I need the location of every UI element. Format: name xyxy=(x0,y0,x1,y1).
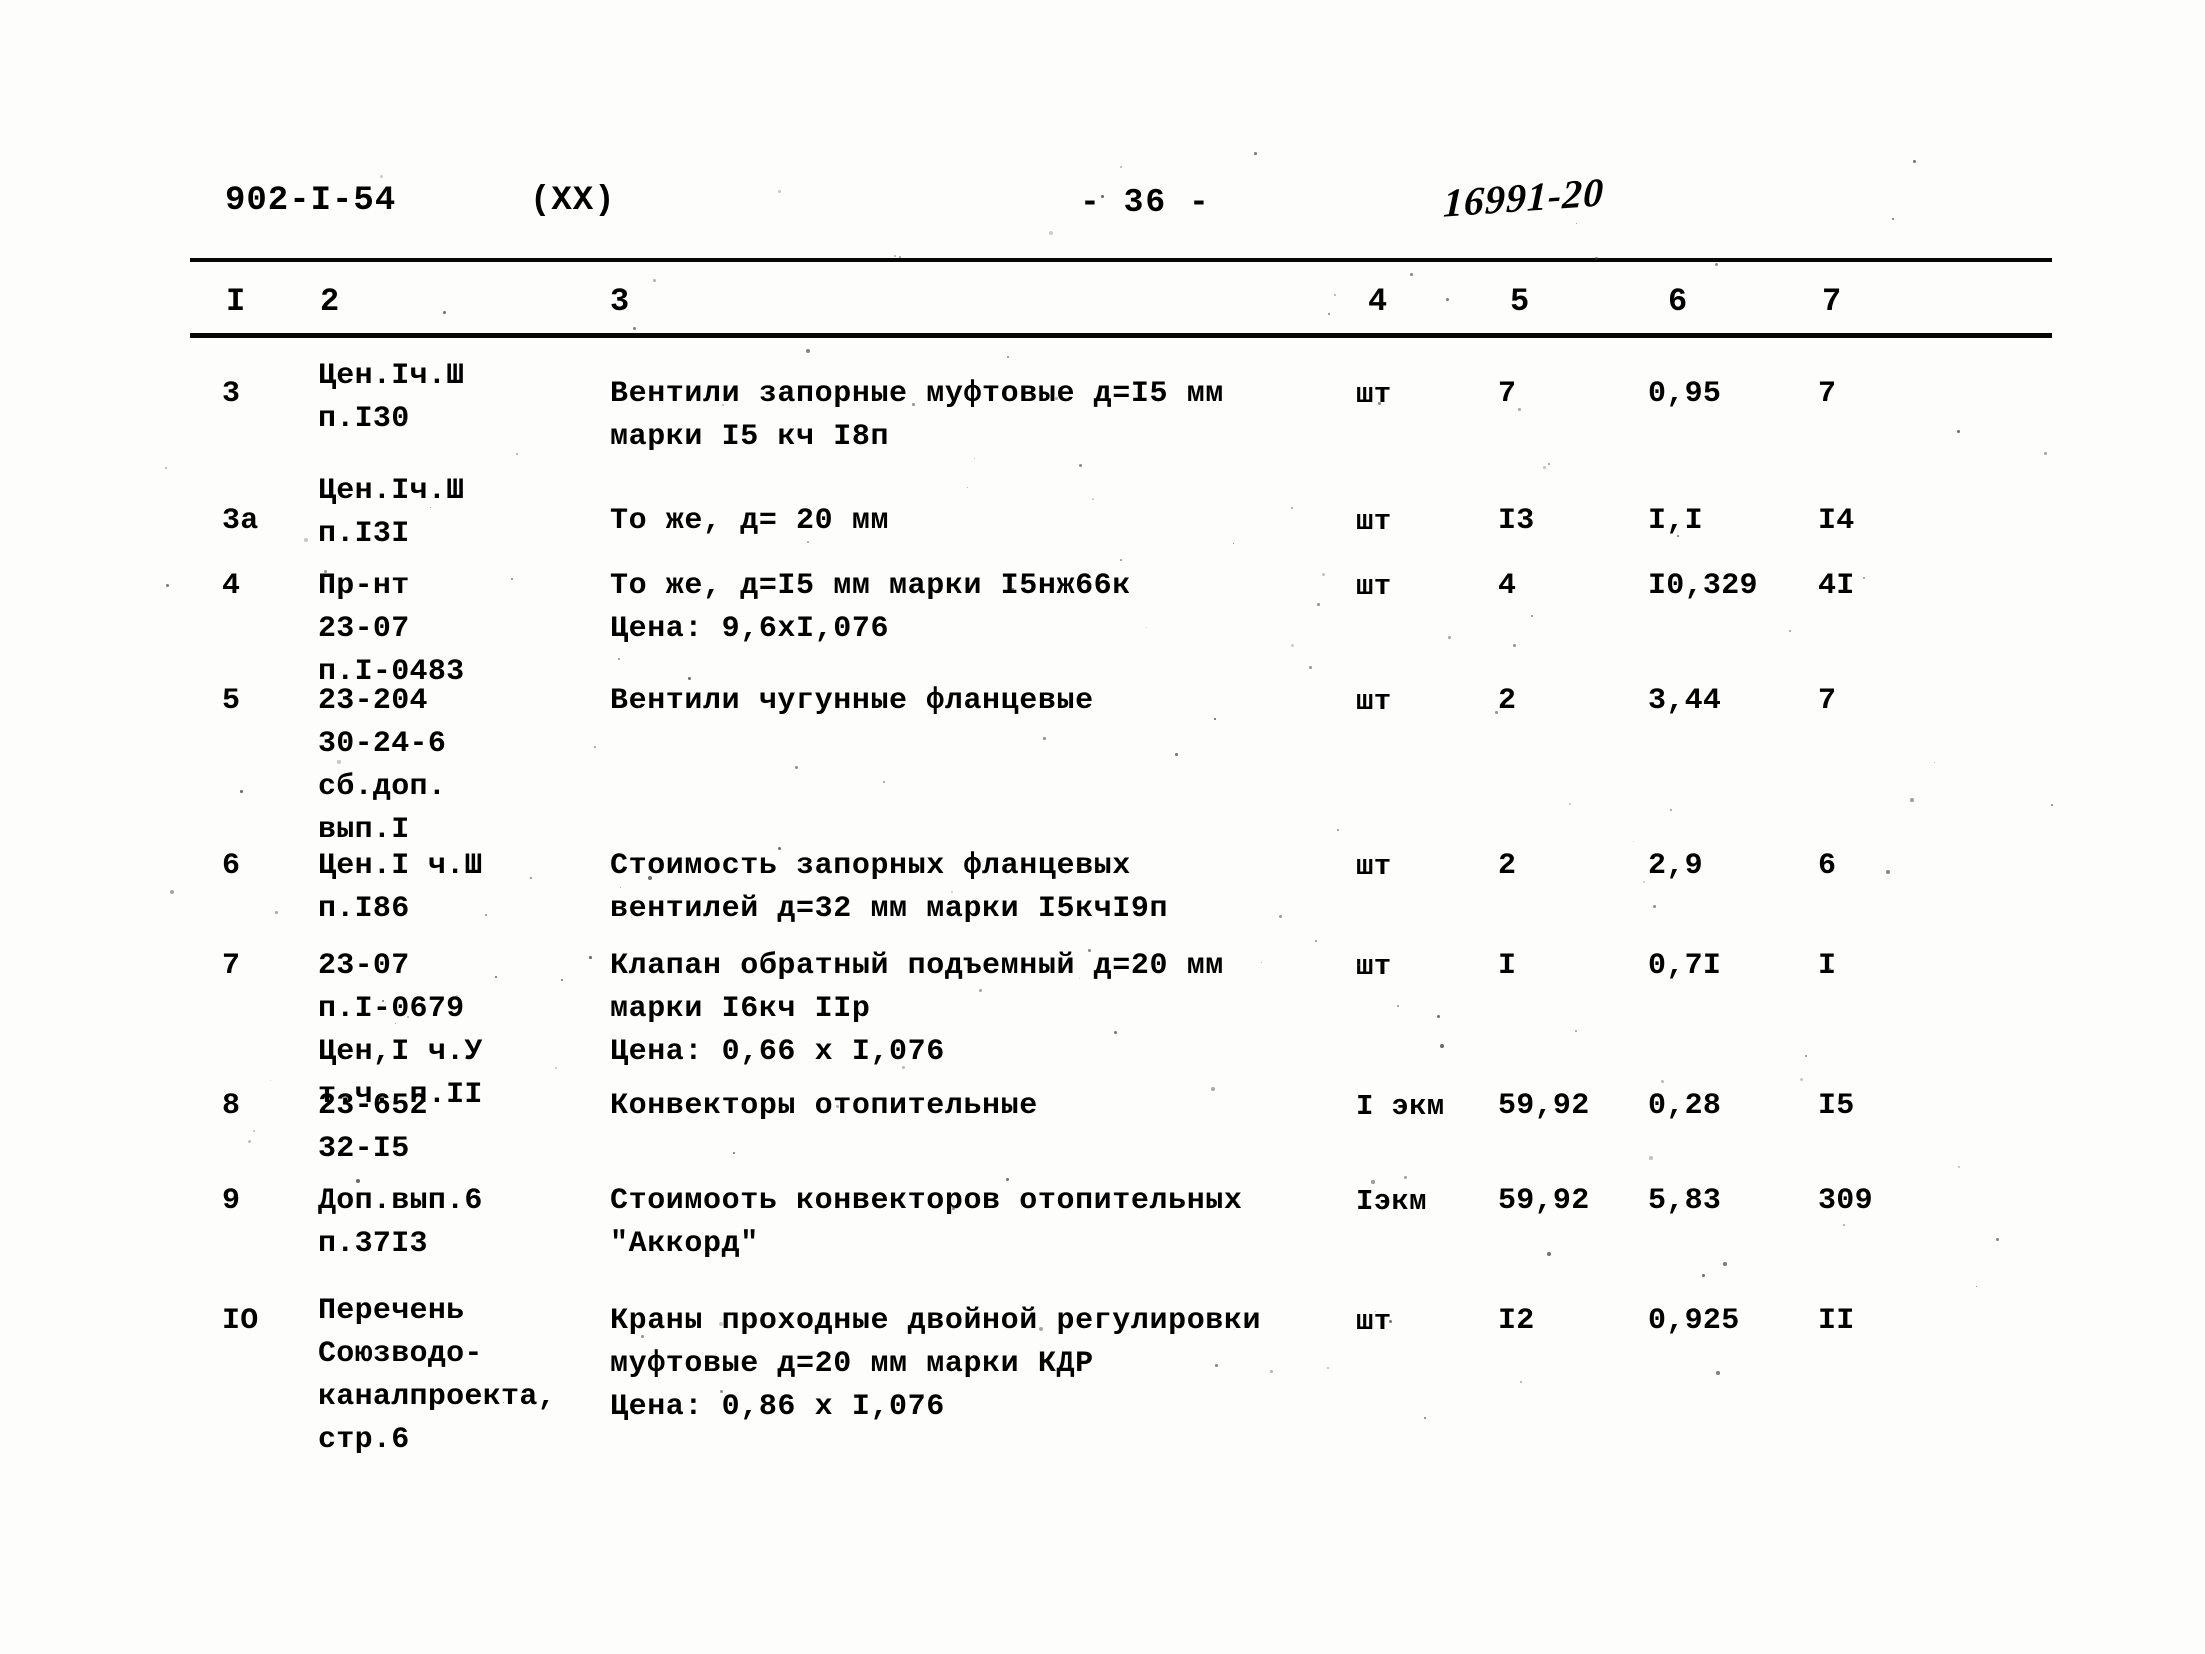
row-unit: шт xyxy=(1356,570,1392,603)
row-total: I5 xyxy=(1818,1089,1855,1123)
row-source-code: Пр-нт 23-07 п.I-0483 xyxy=(318,569,465,689)
page-number: - 36 - xyxy=(1080,184,1211,221)
row-number: 6 xyxy=(222,849,241,883)
row-quantity: I xyxy=(1498,949,1517,983)
row-unit: I экм xyxy=(1356,1090,1445,1123)
row-unit: шт xyxy=(1356,505,1392,538)
row-description: Клапан обратный подъемный д=20 мм марки … xyxy=(610,949,1224,1069)
row-number: 5 xyxy=(222,684,241,718)
row-unit: шт xyxy=(1356,378,1392,411)
row-quantity: 2 xyxy=(1498,849,1517,883)
document-variant: (XX) xyxy=(530,182,616,220)
row-source-code: Цен.Iч.Ш п.I3I xyxy=(318,474,465,551)
row-quantity: I2 xyxy=(1498,1304,1535,1338)
row-total: 4I xyxy=(1818,569,1855,603)
row-description: Конвекторы отопительные xyxy=(610,1089,1038,1123)
column-header-6: 6 xyxy=(1668,283,1688,320)
row-description: То же, д= 20 мм xyxy=(610,504,890,538)
row-unit-price: 2,9 xyxy=(1648,849,1703,883)
row-unit-price: 0,7I xyxy=(1648,949,1722,983)
column-header-7: 7 xyxy=(1822,283,1842,320)
row-unit-price: I0,329 xyxy=(1648,569,1758,603)
column-header-3: 3 xyxy=(610,283,630,320)
row-number: 4 xyxy=(222,569,241,603)
row-number: 7 xyxy=(222,949,241,983)
row-unit-price: 0,95 xyxy=(1648,377,1722,411)
row-total: II xyxy=(1818,1304,1855,1338)
row-description: То же, д=I5 мм марки I5нж66к Цена: 9,6xI… xyxy=(610,569,1131,646)
row-number: 9 xyxy=(222,1184,241,1218)
row-description: Краны проходные двойной регулировки муфт… xyxy=(610,1304,1262,1424)
document-code: 902-I-54 xyxy=(225,182,397,220)
row-source-code: Доп.вып.6 п.37I3 xyxy=(318,1184,483,1261)
scanned-document-page: 902-I-54 (XX) - 36 - 16991-20 I 2 3 4 5 … xyxy=(0,0,2205,1654)
column-header-2: 2 xyxy=(320,283,340,320)
row-source-code: Цен.I ч.Ш п.I86 xyxy=(318,849,483,926)
row-total: 7 xyxy=(1818,377,1837,411)
row-number: 8 xyxy=(222,1089,241,1123)
archive-stamp: 16991-20 xyxy=(1442,169,1605,226)
row-total: I4 xyxy=(1818,504,1855,538)
row-unit: шт xyxy=(1356,685,1392,718)
row-total: 309 xyxy=(1818,1184,1873,1218)
row-unit: шт xyxy=(1356,850,1392,883)
row-source-code: 23-204 30-24-6 сб.доп. вып.I xyxy=(318,684,447,847)
row-unit-price: 5,83 xyxy=(1648,1184,1722,1218)
row-number: 3 xyxy=(222,377,241,411)
row-unit-price: I,I xyxy=(1648,504,1703,538)
row-unit: шт xyxy=(1356,1305,1392,1338)
row-total: I xyxy=(1818,949,1837,983)
row-quantity: 4 xyxy=(1498,569,1517,603)
row-quantity: 7 xyxy=(1498,377,1517,411)
row-source-code: 23-652 32-I5 xyxy=(318,1089,428,1166)
row-unit-price: 3,44 xyxy=(1648,684,1722,718)
row-unit-price: 0,925 xyxy=(1648,1304,1740,1338)
column-header-5: 5 xyxy=(1510,283,1530,320)
row-description: Вентили запорные муфтовые д=I5 мм марки … xyxy=(610,377,1224,454)
row-description: Стоимость запорных фланцевых вентилей д=… xyxy=(610,849,1169,926)
row-total: 6 xyxy=(1818,849,1837,883)
column-header-1: I xyxy=(226,283,246,320)
table-top-rule xyxy=(190,258,2052,262)
table-header-rule xyxy=(190,333,2052,338)
row-description: Стоимооть конвекторов отопительных "Акко… xyxy=(610,1184,1243,1261)
row-number: 3а xyxy=(222,504,259,538)
row-quantity: 59,92 xyxy=(1498,1184,1590,1218)
row-total: 7 xyxy=(1818,684,1837,718)
row-quantity: I3 xyxy=(1498,504,1535,538)
column-header-4: 4 xyxy=(1368,283,1388,320)
document-header: 902-I-54 (XX) - 36 - 16991-20 xyxy=(0,169,2205,242)
row-number: IO xyxy=(222,1304,259,1338)
row-unit: шт xyxy=(1356,950,1392,983)
row-quantity: 59,92 xyxy=(1498,1089,1590,1123)
row-source-code: Цен.Iч.Ш п.I30 xyxy=(318,359,465,436)
row-unit-price: 0,28 xyxy=(1648,1089,1722,1123)
row-source-code: Перечень Союзводо- каналпроекта, стр.6 xyxy=(318,1294,556,1457)
row-quantity: 2 xyxy=(1498,684,1517,718)
row-description: Вентили чугунные фланцевые xyxy=(610,684,1094,718)
row-unit: Iэкм xyxy=(1356,1185,1427,1218)
